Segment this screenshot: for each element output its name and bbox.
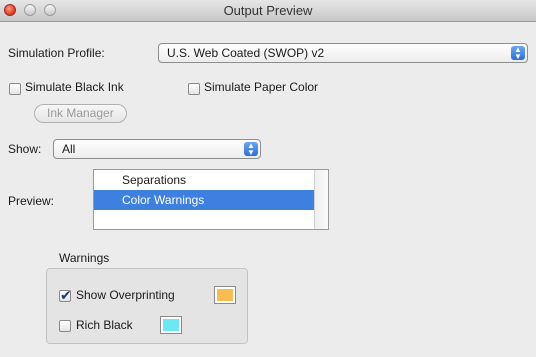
simulation-profile-value: U.S. Web Coated (SWOP) v2 — [167, 46, 325, 60]
simulation-profile-select[interactable]: U.S. Web Coated (SWOP) v2 ▲ ▼ — [158, 43, 528, 63]
swatch-fill — [163, 319, 179, 331]
rich-black-checkbox[interactable] — [59, 320, 71, 332]
warnings-group-title: Warnings — [59, 251, 110, 265]
popup-arrows-icon: ▲ ▼ — [511, 46, 525, 61]
simulate-paper-color-checkbox[interactable] — [188, 83, 200, 95]
rich-black-color-swatch[interactable] — [160, 316, 182, 334]
simulate-paper-color-label: Simulate Paper Color — [204, 80, 319, 94]
list-item[interactable]: Separations — [94, 170, 328, 190]
preview-label: Preview: — [8, 194, 55, 208]
warnings-group: Show Overprinting Rich Black — [46, 268, 248, 344]
simulation-profile-label: Simulation Profile: — [8, 46, 105, 60]
simulate-black-ink-label: Simulate Black Ink — [25, 80, 124, 94]
swatch-fill — [217, 289, 233, 301]
ink-manager-button[interactable]: Ink Manager — [34, 104, 127, 123]
show-select[interactable]: All ▲ ▼ — [53, 139, 261, 159]
popup-arrows-icon: ▲ ▼ — [244, 142, 258, 157]
show-overprinting-label: Show Overprinting — [76, 288, 175, 302]
overprinting-color-swatch[interactable] — [214, 286, 236, 304]
list-item-selected[interactable]: Color Warnings — [94, 190, 328, 210]
simulate-black-ink-checkbox[interactable] — [9, 83, 21, 95]
title-bar: Output Preview — [0, 0, 536, 22]
show-label: Show: — [8, 142, 42, 156]
window-title: Output Preview — [223, 3, 313, 18]
scrollbar[interactable] — [314, 170, 328, 229]
show-overprinting-checkbox[interactable] — [59, 287, 72, 304]
preview-list[interactable]: Separations Color Warnings — [93, 169, 329, 230]
rich-black-label: Rich Black — [76, 318, 133, 332]
show-value: All — [62, 142, 76, 156]
